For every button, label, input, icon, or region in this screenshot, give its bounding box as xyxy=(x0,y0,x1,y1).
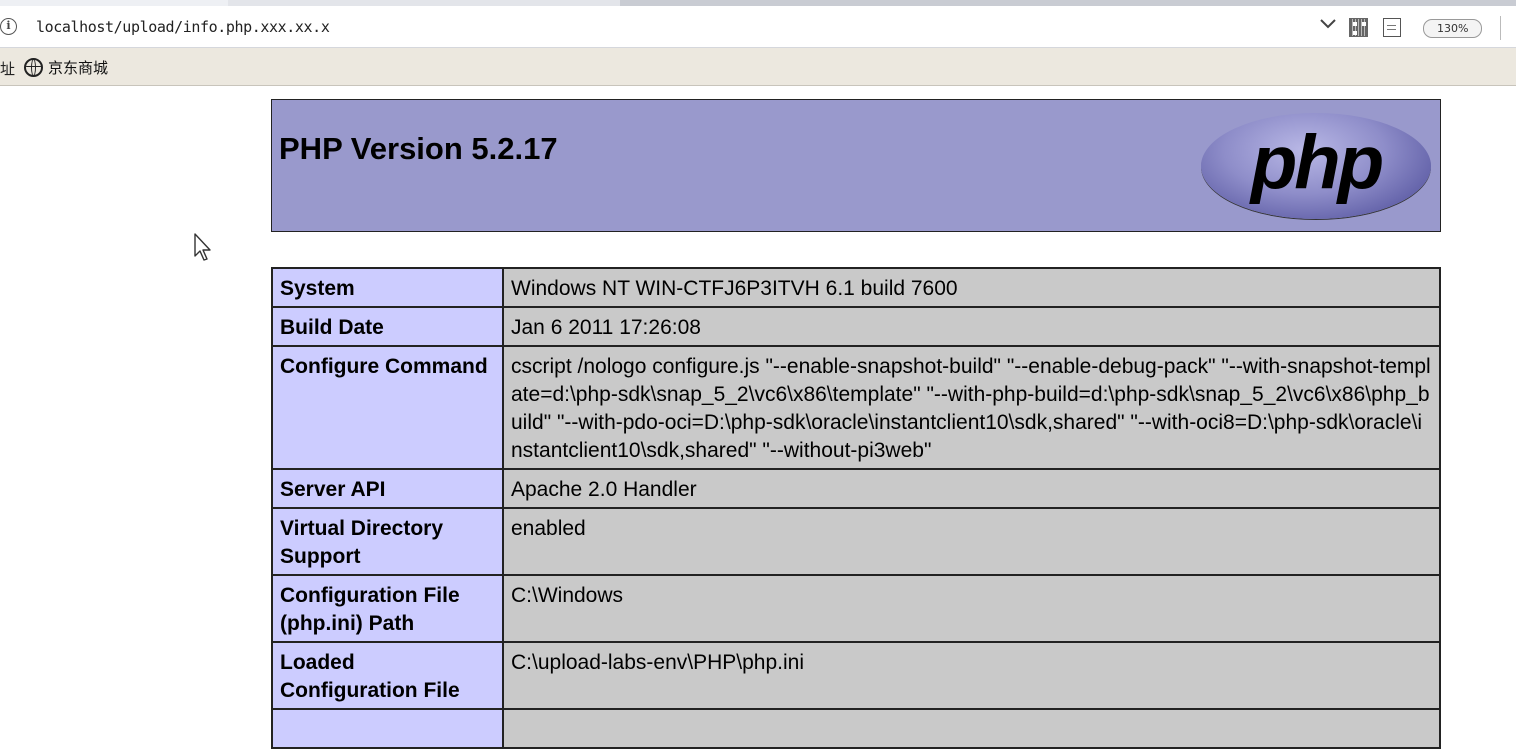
table-row: Server API Apache 2.0 Handler xyxy=(271,468,1441,509)
reader-mode-icon[interactable] xyxy=(1383,18,1401,37)
bookmark-label: 京东商城 xyxy=(48,58,109,77)
php-logo-text: php xyxy=(1250,120,1384,205)
row-value: cscript /nologo configure.js "--enable-s… xyxy=(502,345,1441,470)
table-row: Virtual Directory Support enabled xyxy=(271,507,1441,576)
page-title: PHP Version 5.2.17 xyxy=(279,131,558,166)
bookmarks-bar: 址 京东商城 xyxy=(0,48,1516,86)
row-key: Server API xyxy=(271,468,504,509)
row-value: enabled xyxy=(502,507,1441,576)
row-value: C:\Windows xyxy=(502,574,1441,643)
table-row: Build Date Jan 6 2011 17:26:08 xyxy=(271,306,1441,347)
row-value: Apache 2.0 Handler xyxy=(502,468,1441,509)
zoom-level-badge[interactable]: 130% xyxy=(1423,19,1483,38)
phpinfo-header: PHP Version 5.2.17 php xyxy=(271,99,1441,232)
table-row: Configuration File (php.ini) Path C:\Win… xyxy=(271,574,1441,643)
row-key: Build Date xyxy=(271,306,504,347)
row-key xyxy=(271,708,504,749)
row-key: System xyxy=(271,267,504,308)
row-key: Configure Command xyxy=(271,345,504,470)
phpinfo-table: System Windows NT WIN-CTFJ6P3ITVH 6.1 bu… xyxy=(271,267,1441,749)
row-key: Configuration File (php.ini) Path xyxy=(271,574,504,643)
table-row xyxy=(271,708,1441,749)
table-row: Loaded Configuration File C:\upload-labs… xyxy=(271,641,1441,710)
row-value: C:\upload-labs-env\PHP\php.ini xyxy=(502,641,1441,710)
row-value: Windows NT WIN-CTFJ6P3ITVH 6.1 build 760… xyxy=(502,267,1441,308)
info-icon[interactable]: i xyxy=(0,18,17,35)
bookmark-truncated-label[interactable]: 址 xyxy=(0,58,15,79)
url-text[interactable]: localhost/upload/info.php.xxx.xx.x xyxy=(36,18,330,36)
globe-icon xyxy=(24,57,43,77)
table-row: System Windows NT WIN-CTFJ6P3ITVH 6.1 bu… xyxy=(271,267,1441,308)
row-value: Jan 6 2011 17:26:08 xyxy=(502,306,1441,347)
bookmark-item-jd[interactable]: 京东商城 xyxy=(24,56,108,78)
qr-code-icon[interactable] xyxy=(1349,18,1368,37)
address-bar-divider xyxy=(1500,16,1501,40)
row-key: Loaded Configuration File xyxy=(271,641,504,710)
row-value xyxy=(502,708,1441,749)
mouse-cursor-icon xyxy=(193,232,213,266)
php-logo[interactable]: php xyxy=(1201,113,1431,219)
row-key: Virtual Directory Support xyxy=(271,507,504,576)
chevron-down-icon[interactable] xyxy=(1318,13,1338,38)
table-row: Configure Command cscript /nologo config… xyxy=(271,345,1441,470)
address-bar[interactable]: i localhost/upload/info.php.xxx.xx.x 130… xyxy=(0,6,1516,48)
